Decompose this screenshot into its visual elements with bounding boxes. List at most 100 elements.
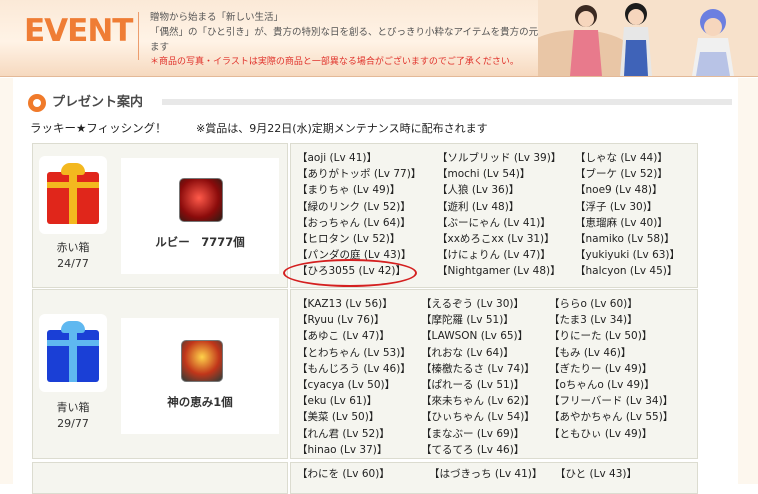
winner-name: 【わにを (Lv 60)】 — [297, 468, 390, 480]
winner-name: 【ありがトッポ (Lv 77)】 — [297, 168, 422, 181]
section-rule — [162, 99, 732, 105]
banner-description: 贈物から始まる「新しい生活」 「偶然」の「ひと引き」が、貴方の特別な日を創る、と… — [150, 10, 570, 70]
characters-illustration — [538, 0, 758, 76]
section-header: プレゼント案内 — [28, 94, 748, 112]
winner-name: 【LAWSON (Lv 65)】 — [421, 330, 529, 343]
winner-highlight-circle — [283, 259, 417, 287]
distribution-note: ※賞品は、9月22日(水)定期メンテナンス時に配布されます — [196, 122, 488, 135]
winner-name: 【ブーケ (Lv 52)】 — [575, 168, 668, 181]
prize-item-name: ルビー 7777個 — [155, 235, 245, 249]
winner-name: 【美菜 (Lv 50)】 — [297, 411, 380, 424]
winner-name: 【ソルブリッド (Lv 39)】 — [437, 152, 562, 164]
prize-card-red: 赤い箱 24/77 ルビー 7777個 — [32, 143, 288, 288]
winner-name: 【ららo (Lv 60)】 — [549, 298, 638, 310]
winner-name: 【Nightgamer (Lv 48)】 — [437, 265, 561, 278]
winners-column-2: 【ソルブリッド (Lv 39)】 【mochi (Lv 54)】 【人狼 (Lv… — [437, 150, 561, 280]
winner-name: 【ともひぃ (Lv 49)】 — [549, 427, 653, 440]
winners-column-1: 【わにを (Lv 60)】 — [297, 466, 390, 482]
winners-column-3: 【ららo (Lv 60)】 【たま3 (Lv 34)】 【りにーた (Lv 50… — [549, 296, 673, 442]
winner-name: 【はづきっち (Lv 41)】 — [429, 468, 543, 480]
winner-name: 【KAZ13 (Lv 56)】 — [297, 298, 393, 310]
prize-item-panel: ルビー 7777個 — [121, 158, 279, 274]
winner-name: 【oちゃんo (Lv 49)】 — [549, 378, 655, 391]
winner-name: 【もみ (Lv 46)】 — [549, 346, 632, 359]
winner-name: 【えるぞう (Lv 30)】 — [421, 298, 524, 310]
banner-warning: ＊商品の写真・イラストは実際の商品と一部異なる場合がございますのでご了承ください… — [150, 57, 519, 67]
ribbon-horizontal — [47, 340, 99, 346]
winner-name: 【摩陀羅 (Lv 51)】 — [421, 314, 514, 327]
winner-name: 【ぶーにゃん (Lv 41)】 — [437, 216, 551, 229]
winner-name: 【おっちゃん (Lv 64)】 — [297, 216, 411, 229]
winner-name: 【eku (Lv 61)】 — [297, 395, 378, 408]
ribbon-vertical — [69, 330, 77, 382]
ribbon-vertical — [69, 172, 77, 224]
winner-name: 【てるてろ (Lv 46)】 — [421, 443, 525, 456]
prize-item-panel: 神の恵み1個 — [121, 318, 279, 434]
winner-name: 【まりちゃ (Lv 49)】 — [297, 184, 401, 197]
winner-name: 【ぎたりー (Lv 49)】 — [549, 362, 653, 375]
box-count: 29/77 — [57, 417, 89, 430]
blessing-icon — [181, 340, 223, 382]
winner-name: 【浮子 (Lv 30)】 — [575, 200, 658, 213]
winner-name: 【あやかちゃん (Lv 55)】 — [549, 411, 674, 424]
winner-name: 【りにーた (Lv 50)】 — [549, 330, 653, 343]
winner-name: 【mochi (Lv 54)】 — [437, 168, 531, 181]
section-title: プレゼント案内 — [52, 95, 144, 110]
winner-name: 【緑のリンク (Lv 52)】 — [297, 200, 411, 213]
winner-name: 【フリーバード (Lv 34)】 — [549, 395, 674, 408]
winner-name: 【まなぶー (Lv 69)】 — [421, 427, 525, 440]
winner-name: 【ぱれーる (Lv 51)】 — [421, 378, 525, 391]
winner-name: 【ひぃちゃん (Lv 54)】 — [421, 411, 535, 424]
gift-box-frame — [39, 156, 107, 234]
box-name: 赤い箱 — [56, 241, 90, 254]
winners-list-third: 【わにを (Lv 60)】 【はづきっち (Lv 41)】 【ひと (Lv 43… — [290, 462, 698, 494]
winners-column-2: 【えるぞう (Lv 30)】 【摩陀羅 (Lv 51)】 【LAWSON (Lv… — [421, 296, 535, 458]
box-name: 青い箱 — [56, 401, 90, 414]
winner-name: 【とわちゃん (Lv 53)】 — [297, 346, 411, 359]
winner-name: 【noe9 (Lv 48)】 — [575, 184, 663, 197]
banner-line-1: 贈物から始まる「新しい生活」 — [150, 12, 284, 23]
ruby-icon — [179, 178, 223, 222]
blue-gift-box-icon — [47, 321, 99, 382]
winners-column-3: 【ひと (Lv 43)】 — [555, 466, 637, 482]
winner-name: 【namiko (Lv 58)】 — [575, 232, 675, 245]
winner-name: 【あゆこ (Lv 47)】 — [297, 330, 390, 343]
winner-name: 【たま3 (Lv 34)】 — [549, 314, 638, 327]
winner-name: 【もんじろう (Lv 46)】 — [297, 362, 411, 375]
winner-name: 【榛檄たるさ (Lv 74)】 — [421, 362, 535, 375]
winner-name: 【れん君 (Lv 52)】 — [297, 427, 390, 440]
winner-name: 【Ryuu (Lv 76)】 — [297, 314, 385, 327]
winner-name: 【しゃな (Lv 44)】 — [575, 152, 668, 164]
prize-card-third — [32, 462, 288, 494]
winner-name: 【yukiyuki (Lv 63)】 — [575, 249, 681, 262]
winner-name: 【halcyon (Lv 45)】 — [575, 265, 678, 278]
banner-line-2: 「偶然」の「ひと引き」が、貴方の特別な日を創る、とびっきり小粋なアイテムを貴方の… — [150, 27, 567, 53]
box-label: 青い箱 29/77 — [39, 400, 107, 432]
winner-name: 【れおな (Lv 64)】 — [421, 346, 514, 359]
event-banner: EVENT 贈物から始まる「新しい生活」 「偶然」の「ひと引き」が、貴方の特別な… — [0, 0, 758, 77]
winner-name: 【けにょりん (Lv 47)】 — [437, 249, 551, 262]
winners-list-blue: 【KAZ13 (Lv 56)】 【Ryuu (Lv 76)】 【あゆこ (Lv … — [290, 289, 698, 459]
circle-bullet-icon — [28, 94, 46, 112]
winner-name: 【hinao (Lv 37)】 — [297, 443, 388, 456]
banner-divider — [138, 12, 139, 60]
prize-card-blue: 青い箱 29/77 神の恵み1個 — [32, 289, 288, 459]
winner-name: 【ひと (Lv 43)】 — [555, 468, 637, 480]
ribbon-horizontal — [47, 182, 99, 188]
winner-name: 【遊利 (Lv 48)】 — [437, 200, 520, 213]
box-count: 24/77 — [57, 257, 89, 270]
winners-column-1: 【KAZ13 (Lv 56)】 【Ryuu (Lv 76)】 【あゆこ (Lv … — [297, 296, 411, 458]
prize-item-name: 神の恵み1個 — [167, 395, 233, 409]
winner-name: 【ヒロタン (Lv 52)】 — [297, 232, 401, 245]
winners-column-2: 【はづきっち (Lv 41)】 — [429, 466, 542, 482]
winner-name: 【人狼 (Lv 36)】 — [437, 184, 520, 197]
winner-name: 【來未ちゃん (Lv 62)】 — [421, 395, 535, 408]
winner-name: 【cyacya (Lv 50)】 — [297, 378, 396, 391]
winner-name: 【aoji (Lv 41)】 — [297, 152, 377, 164]
event-logo: EVENT — [24, 13, 133, 49]
red-gift-box-icon — [47, 163, 99, 224]
box-label: 赤い箱 24/77 — [39, 240, 107, 272]
gift-box-frame — [39, 314, 107, 392]
winners-column-3: 【しゃな (Lv 44)】 【ブーケ (Lv 52)】 【noe9 (Lv 48… — [575, 150, 680, 280]
winner-name: 【xxめろこxx (Lv 31)】 — [437, 232, 555, 245]
